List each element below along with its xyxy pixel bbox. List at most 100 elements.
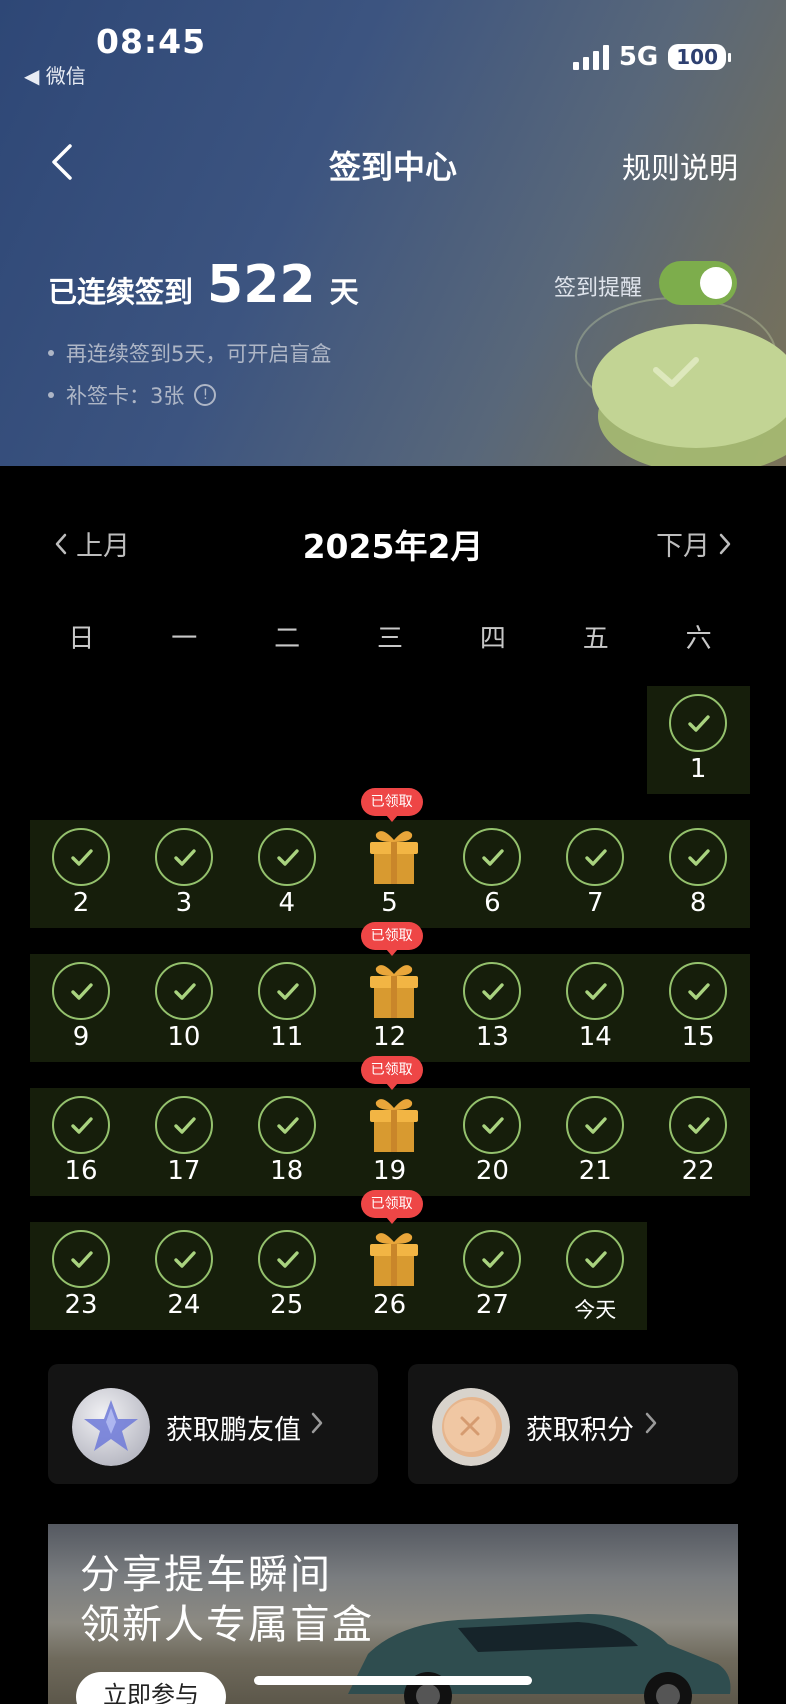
network-type: 5G [618, 42, 659, 72]
streak-summary: 已连续签到 522 天 [48, 255, 359, 315]
calendar-day[interactable]: 已领取 26 [339, 1190, 441, 1330]
star-badge-icon [72, 1388, 150, 1466]
day-label: 8 [689, 888, 707, 918]
weekday-wed: 三 [377, 624, 404, 654]
calendar-day[interactable]: 27 [441, 1222, 543, 1330]
calendar-day[interactable]: 21 [544, 1088, 646, 1196]
weekday-thu: 四 [479, 624, 506, 654]
day-label: 7 [587, 888, 604, 918]
calendar-day[interactable]: 14 [544, 954, 646, 1062]
day-label: 21 [578, 1156, 612, 1186]
gift-box-icon [369, 831, 418, 884]
check-circle-icon [257, 1230, 316, 1288]
calendar-day[interactable]: 8 [647, 820, 749, 928]
join-now-button[interactable]: 立即参与 [76, 1672, 226, 1704]
banner-line-2: 领新人专属盲盒 [80, 1602, 374, 1648]
coin-icon [432, 1388, 510, 1466]
day-label: 12 [373, 1022, 407, 1052]
calendar-day[interactable]: 16 [30, 1088, 132, 1196]
calendar-day[interactable]: 20 [441, 1088, 543, 1196]
day-label: 17 [167, 1156, 201, 1186]
check-circle-icon [52, 828, 110, 886]
calendar-day[interactable]: 24 [133, 1222, 235, 1330]
reminder-label: 签到提醒 [554, 276, 643, 301]
note-blind-box-text: 再连续签到5天，可开启盲盒 [66, 342, 332, 366]
day-label: 1 [689, 754, 707, 784]
next-month-button[interactable]: 下月 [656, 524, 732, 563]
calendar-day[interactable]: 已领取 19 [339, 1056, 441, 1196]
calendar-day[interactable]: 今天 [544, 1222, 646, 1330]
check-circle-icon [463, 1096, 522, 1154]
status-back-app[interactable]: ◀ 微信 [24, 60, 86, 89]
day-label: 19 [373, 1156, 407, 1186]
get-points-card[interactable]: 获取积分 [408, 1364, 738, 1484]
calendar-day[interactable]: 已领取 12 [339, 922, 441, 1062]
day-label: 13 [475, 1022, 509, 1052]
gift-box-icon [369, 1233, 418, 1286]
get-pengyou-value-card[interactable]: 获取鹏友值 [48, 1364, 378, 1484]
car-image-icon [348, 1614, 731, 1704]
day-label: 10 [167, 1022, 201, 1052]
check-circle-icon [52, 962, 110, 1020]
day-label: 9 [72, 1022, 90, 1052]
streak-days: 522 [207, 255, 316, 315]
bullet-dot [48, 350, 54, 356]
calendar-day[interactable]: 18 [236, 1088, 338, 1196]
check-circle-icon [566, 828, 625, 886]
weekday-sun: 日 [68, 624, 95, 654]
check-circle-icon [257, 962, 316, 1020]
chevron-right-icon [311, 1412, 323, 1434]
weekday-header: 日 一 二 三 四 五 六 [30, 618, 750, 655]
calendar-day[interactable]: 已领取 5 [339, 788, 441, 928]
check-circle-icon [463, 962, 522, 1020]
rules-link[interactable]: 规则说明 [622, 145, 738, 187]
checkin-coin-illustration-icon [575, 297, 786, 466]
check-circle-icon [154, 1230, 213, 1288]
calendar-day[interactable]: 3 [133, 820, 235, 928]
day-label: 14 [578, 1022, 612, 1052]
day-label: 18 [270, 1156, 304, 1186]
battery-icon: 100 [668, 44, 731, 70]
check-circle-icon [463, 828, 522, 886]
streak-prefix: 已连续签到 [48, 275, 194, 309]
day-label: 26 [373, 1290, 407, 1320]
streak-suffix: 天 [329, 275, 359, 309]
calendar-day[interactable]: 7 [544, 820, 646, 928]
claimed-badge: 已领取 [360, 788, 423, 822]
weekday-fri: 五 [582, 624, 609, 654]
check-circle-icon [669, 828, 728, 886]
weekday-sat: 六 [685, 624, 712, 654]
weekday-tue: 二 [274, 624, 301, 654]
status-time: 08:45 [96, 22, 207, 61]
calendar-day[interactable]: 10 [133, 954, 235, 1062]
day-label: 16 [64, 1156, 98, 1186]
home-indicator [254, 1676, 532, 1685]
header-panel: 08:45 ◀ 微信 5G 100 签到中心 规则说明 已连续签到 522 天 … [0, 0, 786, 466]
reward-cards: 获取鹏友值 获取积分 [48, 1364, 738, 1484]
note-blind-box: 再连续签到5天，可开启盲盒 [48, 340, 331, 366]
day-label: 24 [167, 1290, 201, 1320]
calendar-day[interactable]: 23 [30, 1222, 132, 1330]
calendar-day[interactable]: 13 [441, 954, 543, 1062]
reminder-toggle[interactable] [659, 261, 737, 305]
signal-icon [572, 44, 609, 70]
calendar-day[interactable]: 25 [236, 1222, 338, 1330]
calendar-day[interactable]: 15 [647, 954, 749, 1062]
calendar-day[interactable]: 9 [30, 954, 132, 1062]
day-label: 15 [681, 1022, 715, 1052]
calendar-day[interactable]: 6 [441, 820, 543, 928]
calendar-day[interactable]: 17 [133, 1088, 235, 1196]
status-indicators: 5G 100 [572, 42, 731, 72]
calendar-day[interactable]: 2 [30, 820, 132, 928]
calendar-day[interactable]: 4 [236, 820, 338, 928]
info-icon[interactable]: ! [194, 384, 217, 406]
day-label: 4 [278, 888, 295, 918]
calendar-day[interactable]: 22 [647, 1088, 749, 1196]
calendar-day[interactable]: 11 [236, 954, 338, 1062]
calendar-day[interactable]: 1 [647, 686, 749, 794]
check-circle-icon [463, 1230, 522, 1288]
next-month-label: 下月 [656, 531, 710, 562]
day-label: 今天 [574, 1298, 617, 1322]
check-circle-icon [566, 962, 625, 1020]
note-makeup-cards: 补签卡：3张! [48, 382, 331, 408]
